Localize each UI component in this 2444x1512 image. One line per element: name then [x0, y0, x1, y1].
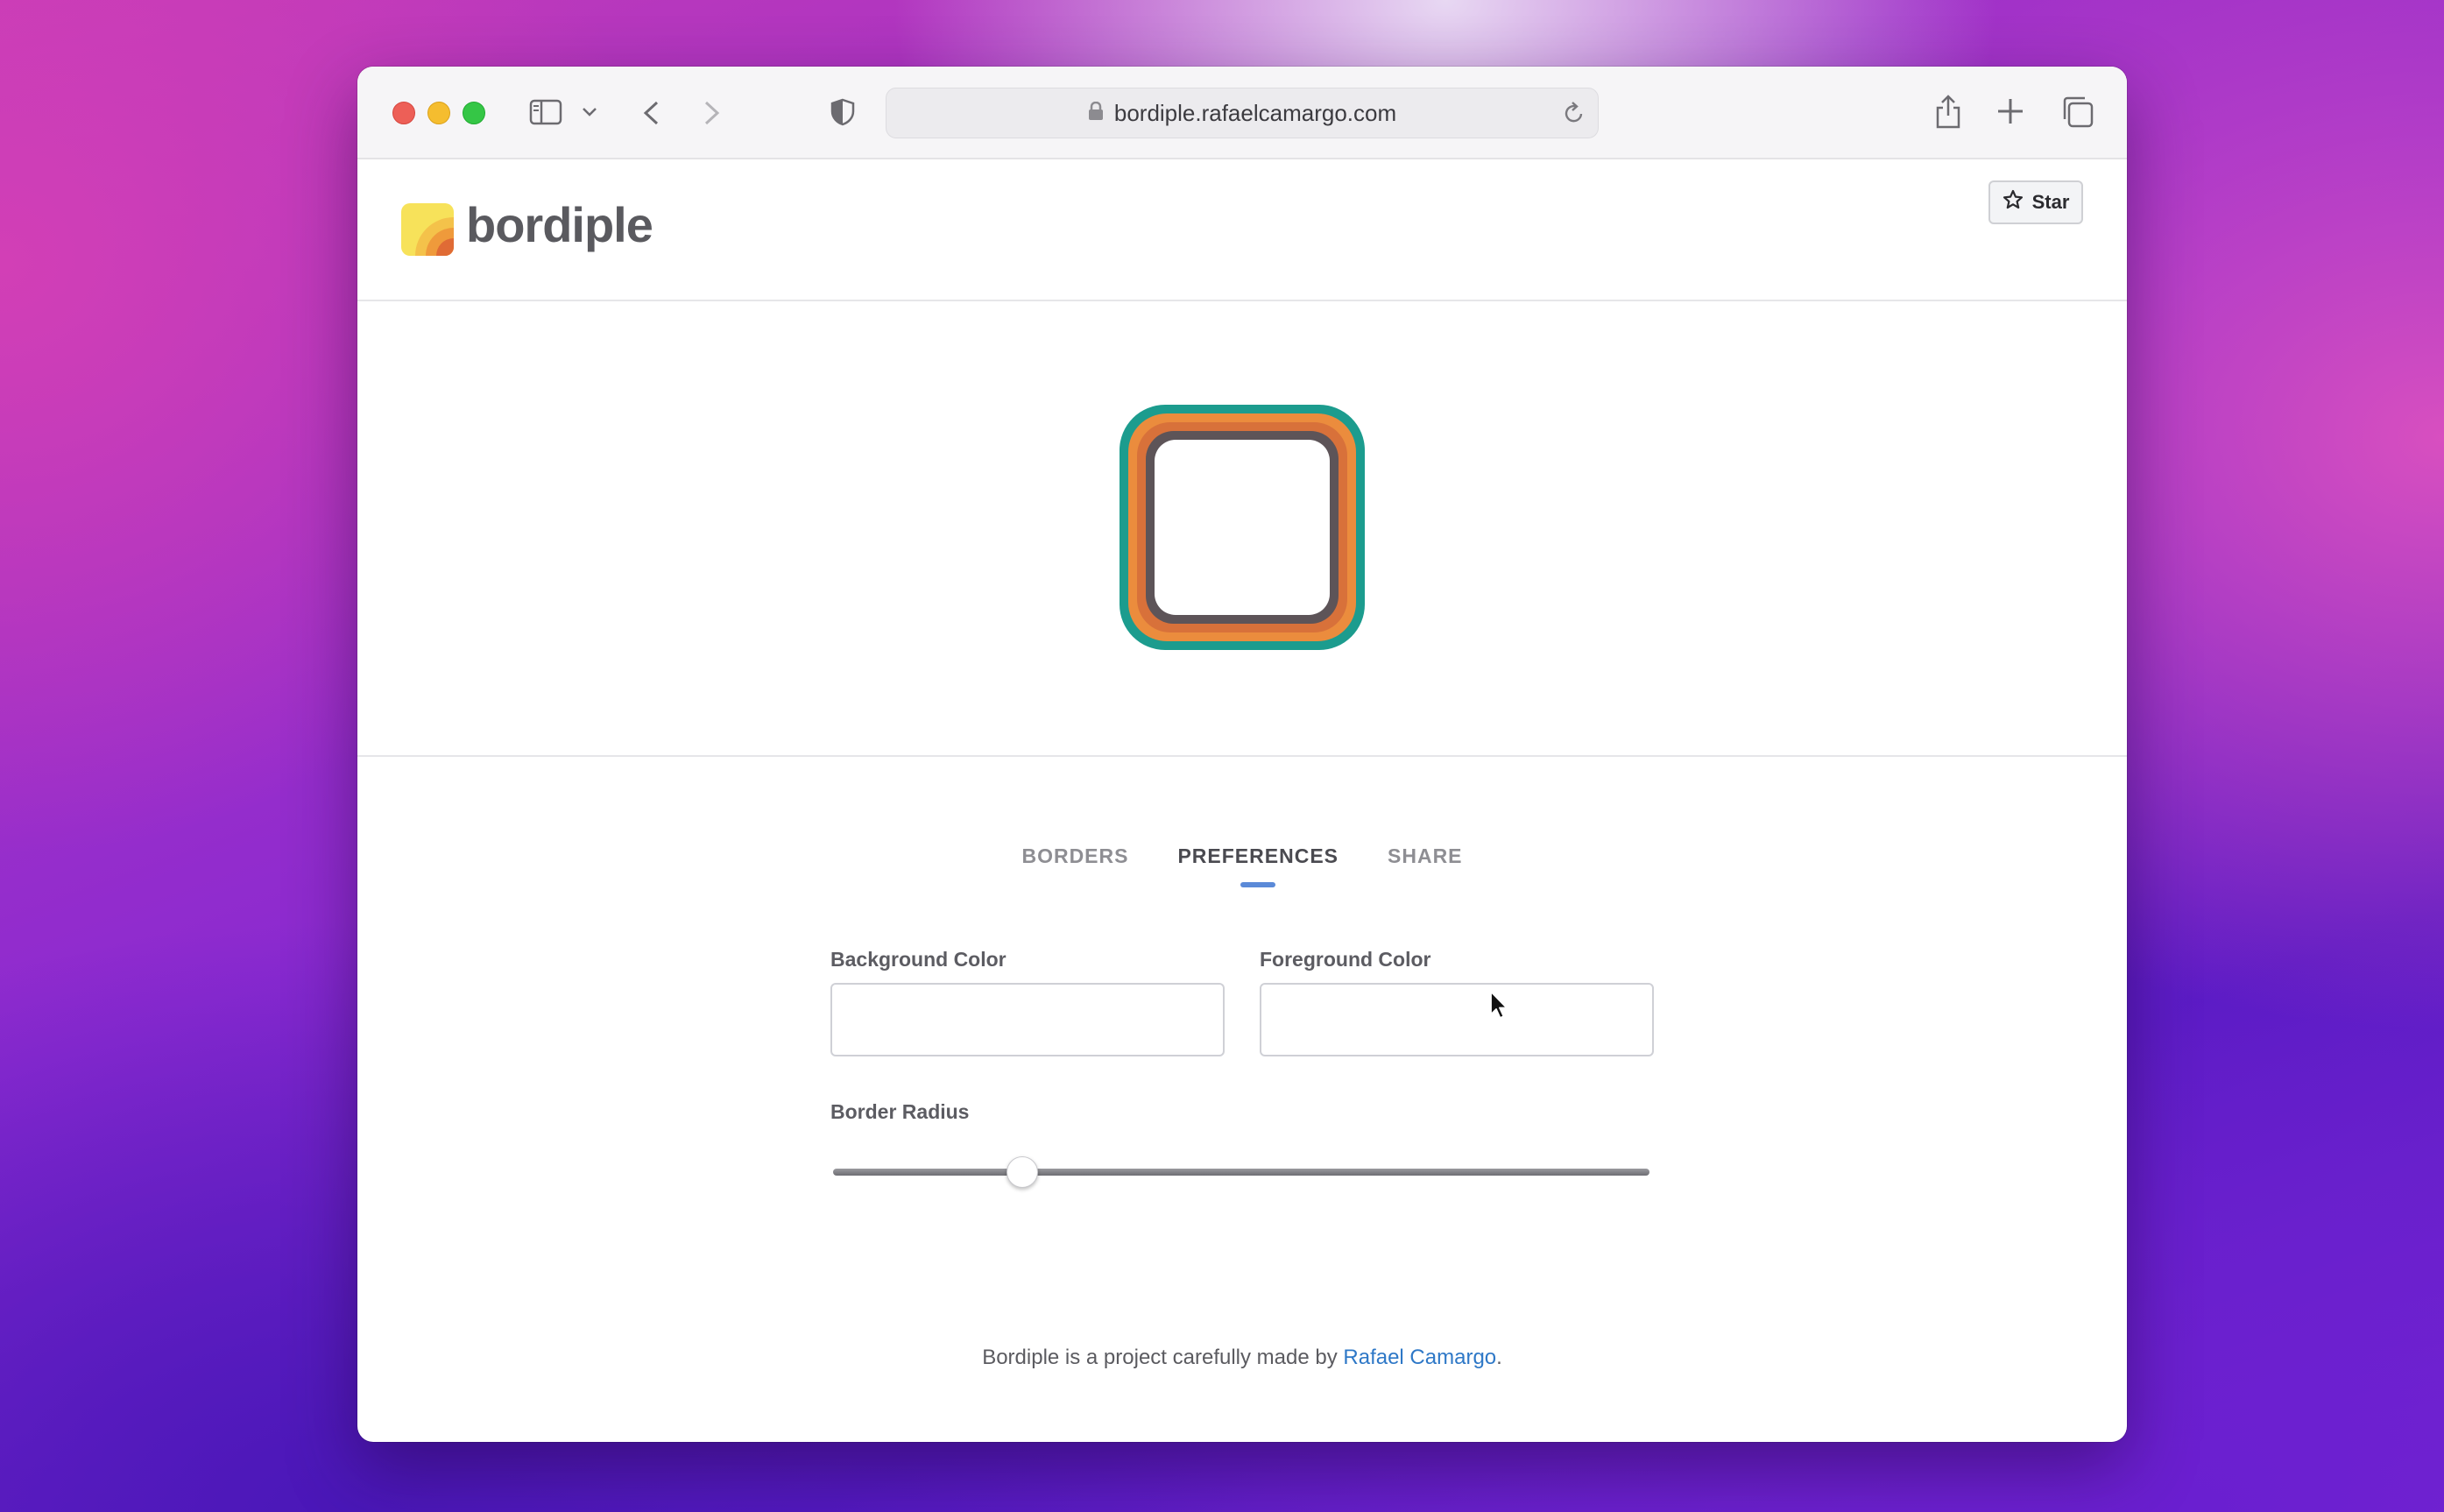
maximize-window-button[interactable]: [463, 102, 485, 124]
address-url: bordiple.rafaelcamargo.com: [1113, 99, 1397, 126]
border-radius-label: Border Radius: [830, 1100, 970, 1123]
footer: Bordiple is a project carefully made by …: [357, 1346, 2127, 1370]
bordiple-logo-icon[interactable]: [401, 203, 454, 256]
foreground-color-input[interactable]: [1260, 983, 1654, 1056]
footer-suffix: .: [1496, 1346, 1502, 1369]
github-star-button[interactable]: Star: [1988, 180, 2083, 224]
author-link[interactable]: Rafael Camargo: [1343, 1346, 1496, 1369]
tab-share[interactable]: SHARE: [1388, 844, 1463, 868]
footer-text: Bordiple is a project carefully made by: [982, 1346, 1344, 1369]
tab-preferences[interactable]: PREFERENCES: [1177, 844, 1339, 868]
border-radius-slider-track[interactable]: [833, 1169, 1649, 1176]
share-icon[interactable]: [1932, 93, 1964, 130]
background-color-input[interactable]: [830, 983, 1225, 1056]
close-window-button[interactable]: [392, 102, 415, 124]
chevron-down-icon[interactable]: [582, 107, 597, 117]
forward-arrow-icon[interactable]: [703, 100, 722, 126]
lock-icon: [1088, 100, 1104, 127]
settings-tabs: BORDERS PREFERENCES SHARE: [357, 844, 2127, 868]
address-bar[interactable]: bordiple.rafaelcamargo.com: [886, 88, 1599, 138]
border-radius-slider-thumb[interactable]: [1006, 1156, 1038, 1188]
reload-icon[interactable]: [1563, 101, 1586, 130]
star-label: Star: [2031, 191, 2070, 213]
tab-borders[interactable]: BORDERS: [1021, 844, 1128, 868]
border-preview-box: [1120, 405, 1365, 650]
browser-window: bordiple.rafaelcamargo.com bordiple Star…: [357, 67, 2127, 1442]
minimize-window-button[interactable]: [427, 102, 450, 124]
sidebar-toggle-icon[interactable]: [529, 98, 564, 126]
border-preview-area: [357, 300, 2127, 757]
foreground-color-label: Foreground Color: [1260, 948, 1431, 971]
tab-overview-icon[interactable]: [2060, 95, 2095, 130]
site-header: bordiple: [357, 158, 2127, 301]
back-arrow-icon[interactable]: [641, 100, 660, 126]
new-tab-icon[interactable]: [1995, 96, 2025, 126]
star-icon: [2003, 189, 2024, 215]
privacy-shield-icon[interactable]: [830, 98, 855, 126]
site-logo-text[interactable]: bordiple: [466, 196, 653, 253]
browser-toolbar: bordiple.rafaelcamargo.com: [357, 67, 2127, 159]
background-color-label: Background Color: [830, 948, 1007, 971]
mouse-cursor-icon: [1489, 990, 1510, 1026]
